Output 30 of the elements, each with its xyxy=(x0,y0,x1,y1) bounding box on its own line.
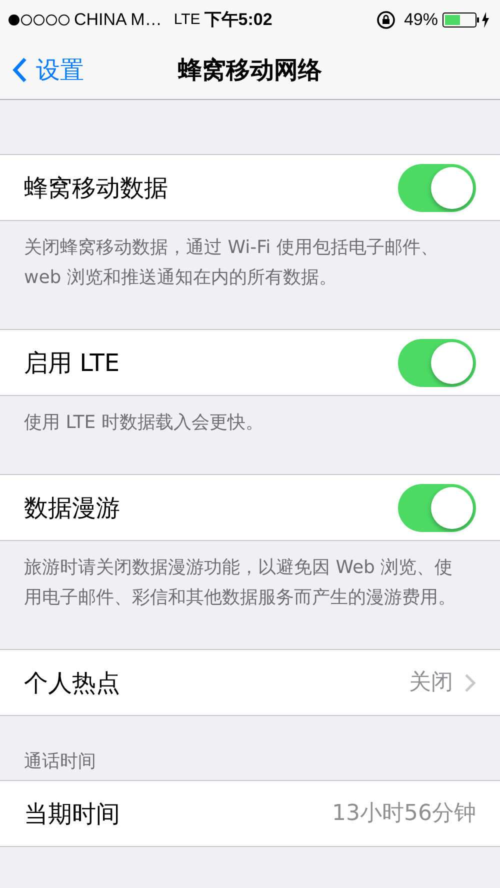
settings-row[interactable]: 数据漫游 xyxy=(0,474,500,541)
signal-icon xyxy=(8,14,70,26)
section-footer: 关闭蜂窝移动数据，通过 Wi-Fi 使用包括电子邮件、web 浏览和推送通知在内的所有数据。 xyxy=(24,233,460,293)
row-value: 关闭 xyxy=(409,669,453,697)
row-label: 数据漫游 xyxy=(24,492,121,524)
section-footer: 使用 LTE 时数据载入会更快。 xyxy=(24,408,460,438)
row-label: 蜂窝移动数据 xyxy=(24,172,169,204)
toggle-switch[interactable] xyxy=(398,338,476,386)
battery-charging-icon xyxy=(442,11,492,29)
carrier-name: CHINA M… xyxy=(74,9,162,32)
clock-time: 下午5:02 xyxy=(204,9,272,32)
back-button[interactable]: 设置 xyxy=(0,52,84,88)
row-value: 13小时56分钟 xyxy=(332,800,476,828)
chevron-icon xyxy=(465,674,476,692)
toggle-switch[interactable] xyxy=(398,484,476,532)
row-label: 当期时间 xyxy=(24,798,121,830)
settings-row[interactable]: 蜂窝移动数据 xyxy=(0,154,500,221)
rotation-lock-icon xyxy=(376,10,396,30)
settings-row[interactable]: 启用 LTE xyxy=(0,329,500,396)
row-label: 启用 LTE xyxy=(24,348,121,378)
settings-row[interactable]: 个人热点 关闭 xyxy=(0,649,500,716)
battery-percent: 49% xyxy=(404,9,438,32)
section-header: 通话时间 xyxy=(24,750,96,774)
toggle-switch[interactable] xyxy=(398,164,476,212)
network-type: LTE xyxy=(174,10,200,30)
screen-title: 蜂窝移动网络 xyxy=(178,54,322,86)
settings-row[interactable]: 当期时间 13小时56分钟 xyxy=(0,780,500,847)
back-chevron-icon xyxy=(12,56,28,82)
section-footer: 旅游时请关闭数据漫游功能，以避免因 Web 浏览、使用电子邮件、彩信和其他数据服务而产生的漫游费用。 xyxy=(24,553,460,613)
row-label: 个人热点 xyxy=(24,668,121,698)
